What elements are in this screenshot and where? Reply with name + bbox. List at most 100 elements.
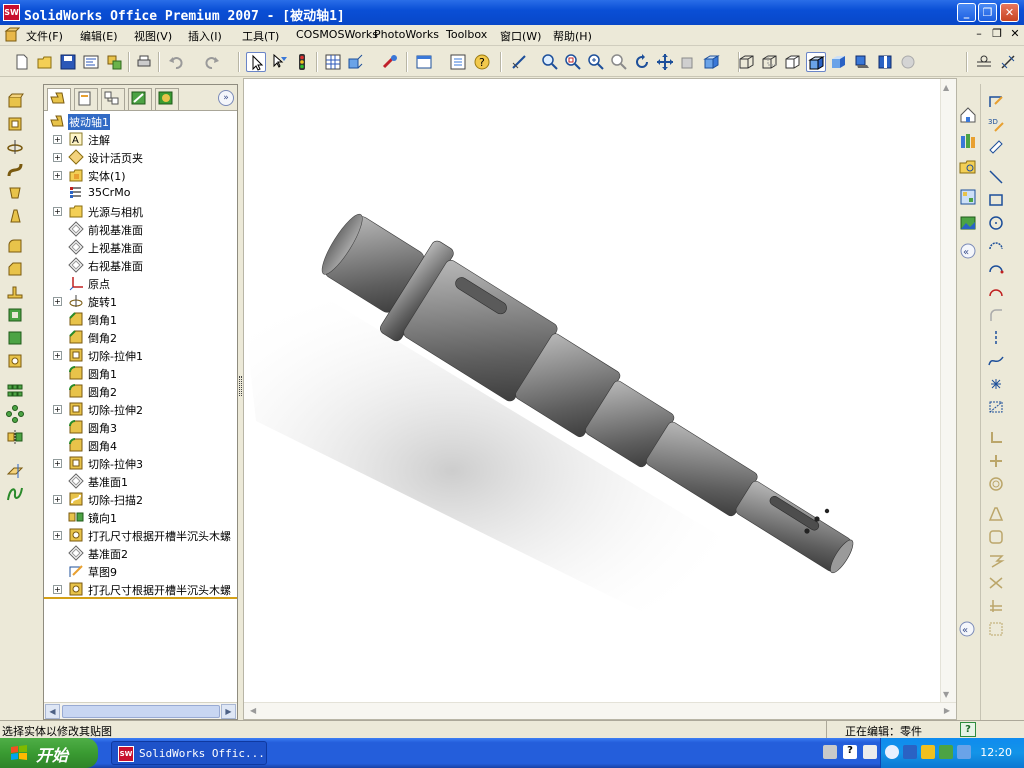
curves-icon[interactable] bbox=[6, 485, 24, 503]
tree-node[interactable]: 上视基准面 bbox=[44, 238, 237, 256]
mirror-tool-icon[interactable] bbox=[6, 428, 24, 446]
zoom-to-fit-icon[interactable] bbox=[540, 52, 560, 72]
tree-node[interactable]: + 切除-拉伸2 bbox=[44, 400, 237, 418]
circular-pattern-icon[interactable] bbox=[6, 405, 24, 423]
rebuild-traffic-light-icon[interactable] bbox=[292, 52, 312, 72]
file-explorer-icon[interactable] bbox=[957, 156, 979, 178]
tree-node[interactable]: 35CrMo bbox=[44, 184, 237, 202]
shadows-in-shaded-mode-icon[interactable] bbox=[852, 52, 872, 72]
tree-node[interactable]: 倒角2 bbox=[44, 328, 237, 346]
tree-node[interactable]: + 打孔尺寸根据开槽半沉头木螺 bbox=[44, 526, 237, 544]
shell-icon[interactable] bbox=[6, 306, 24, 324]
select-filter-icon[interactable] bbox=[269, 52, 289, 72]
volume-icon[interactable] bbox=[957, 745, 971, 759]
expand-plus-icon[interactable]: + bbox=[53, 531, 62, 540]
scroll-up-arrow-icon[interactable]: ▲ bbox=[943, 83, 949, 92]
sweep-icon[interactable] bbox=[6, 161, 24, 179]
tree-node[interactable]: 倒角1 bbox=[44, 310, 237, 328]
rectangle-tool-icon[interactable] bbox=[987, 191, 1005, 209]
splitter-grip-icon[interactable] bbox=[239, 376, 242, 396]
solidworks-menu-icon[interactable] bbox=[4, 27, 21, 43]
help-question-icon[interactable]: ? bbox=[472, 52, 492, 72]
line-tool-icon[interactable] bbox=[987, 168, 1005, 186]
rib-icon[interactable] bbox=[6, 283, 24, 301]
centerline-icon[interactable] bbox=[987, 329, 1005, 347]
3d-sketch-icon[interactable]: 3D bbox=[987, 115, 1005, 133]
tree-node[interactable]: 镜向1 bbox=[44, 508, 237, 526]
tree-node[interactable]: 基准面2 bbox=[44, 544, 237, 562]
make-drawing-icon[interactable] bbox=[81, 52, 101, 72]
expand-tray-chevron-icon[interactable] bbox=[885, 745, 899, 759]
hidden-lines-removed-icon[interactable] bbox=[783, 52, 803, 72]
menu-window[interactable]: 窗口(W) bbox=[500, 28, 541, 44]
rollback-bar[interactable] bbox=[44, 597, 237, 599]
pan-icon[interactable] bbox=[655, 52, 675, 72]
select-pointer-icon[interactable] bbox=[246, 52, 266, 72]
tree-node[interactable]: 基准面1 bbox=[44, 472, 237, 490]
expand-plus-icon[interactable]: + bbox=[53, 495, 62, 504]
spline-tool-icon[interactable] bbox=[987, 352, 1005, 370]
redo-icon[interactable] bbox=[202, 52, 222, 72]
tree-node[interactable]: 圆角1 bbox=[44, 364, 237, 382]
tree-node[interactable]: 右视基准面 bbox=[44, 256, 237, 274]
circle-tool-icon[interactable] bbox=[987, 214, 1005, 232]
tree-node[interactable]: + 设计活页夹 bbox=[44, 148, 237, 166]
tab-photoworks-manager[interactable] bbox=[155, 88, 179, 110]
start-button[interactable]: 开始 bbox=[0, 738, 98, 768]
doc-minimize-button[interactable]: – bbox=[972, 27, 986, 41]
feature-tree-horizontal-scrollbar[interactable]: ◀ ▶ bbox=[44, 702, 237, 719]
expand-plus-icon[interactable]: + bbox=[53, 459, 62, 468]
tree-node[interactable]: + 旋转1 bbox=[44, 292, 237, 310]
linear-pattern-icon[interactable] bbox=[6, 382, 24, 400]
taskbar-clock[interactable]: 12:20 bbox=[980, 746, 1012, 759]
tangent-arc-icon[interactable] bbox=[987, 260, 1005, 278]
zoom-to-selection-icon[interactable] bbox=[609, 52, 629, 72]
add-relation-icon[interactable] bbox=[987, 429, 1005, 447]
cut-extrude-tool-icon[interactable] bbox=[6, 115, 24, 133]
print-icon[interactable] bbox=[134, 52, 154, 72]
make-assembly-icon[interactable] bbox=[104, 52, 124, 72]
sketch-picture-icon[interactable] bbox=[987, 620, 1005, 638]
convert-entities-icon[interactable] bbox=[987, 528, 1005, 546]
solidworks-app-icon[interactable]: SW bbox=[3, 4, 20, 21]
expand-plus-icon[interactable]: + bbox=[53, 135, 62, 144]
graphics-horizontal-scrollbar[interactable]: ◀ ▶ bbox=[244, 702, 956, 719]
close-button[interactable]: ✕ bbox=[1000, 3, 1019, 22]
save-icon[interactable] bbox=[58, 52, 78, 72]
expand-plus-icon[interactable]: + bbox=[53, 297, 62, 306]
tab-feature-manager[interactable] bbox=[47, 88, 71, 111]
open-folder-icon[interactable] bbox=[35, 52, 55, 72]
expand-plus-icon[interactable]: + bbox=[53, 171, 62, 180]
move-entities-icon[interactable] bbox=[987, 551, 1005, 569]
extruded-boss-icon[interactable] bbox=[6, 92, 24, 110]
tab-dimxpert-manager[interactable] bbox=[128, 88, 152, 110]
solidworks-resources-home-icon[interactable] bbox=[957, 104, 979, 126]
trim-entities-icon[interactable] bbox=[987, 452, 1005, 470]
expand-plus-icon[interactable]: + bbox=[53, 153, 62, 162]
menu-view[interactable]: 视图(V) bbox=[134, 28, 172, 44]
smart-dimension-icon[interactable] bbox=[998, 52, 1018, 72]
sketch-tool-icon[interactable] bbox=[987, 92, 1005, 110]
antivirus-icon[interactable] bbox=[939, 745, 953, 759]
zoom-in-out-icon[interactable] bbox=[586, 52, 606, 72]
construction-geometry-icon[interactable] bbox=[987, 398, 1005, 416]
menu-photoworks[interactable]: PhotoWorks bbox=[374, 28, 439, 41]
menu-toolbox[interactable]: Toolbox bbox=[446, 28, 487, 41]
sketch-relations-icon[interactable] bbox=[974, 52, 994, 72]
photoworks-render-icon[interactable] bbox=[380, 52, 400, 72]
undo-icon[interactable] bbox=[166, 52, 186, 72]
keyboard-icon[interactable] bbox=[823, 745, 837, 759]
instant3d-icon[interactable] bbox=[346, 52, 366, 72]
mirror-entities-icon[interactable] bbox=[987, 505, 1005, 523]
offset-entities-icon[interactable] bbox=[987, 475, 1005, 493]
hole-wizard-tool-icon[interactable] bbox=[6, 352, 24, 370]
tree-node[interactable]: 草图9 bbox=[44, 562, 237, 580]
tree-node[interactable]: 前视基准面 bbox=[44, 220, 237, 238]
expand-plus-icon[interactable]: + bbox=[53, 207, 62, 216]
menu-tools[interactable]: 工具(T) bbox=[242, 28, 279, 44]
rotate-view-icon[interactable] bbox=[632, 52, 652, 72]
centerpoint-arc-icon[interactable] bbox=[987, 237, 1005, 255]
ime-tray-icon[interactable] bbox=[863, 745, 877, 759]
fillet-tool-icon[interactable] bbox=[6, 237, 24, 255]
reference-geometry-icon[interactable] bbox=[6, 462, 24, 480]
